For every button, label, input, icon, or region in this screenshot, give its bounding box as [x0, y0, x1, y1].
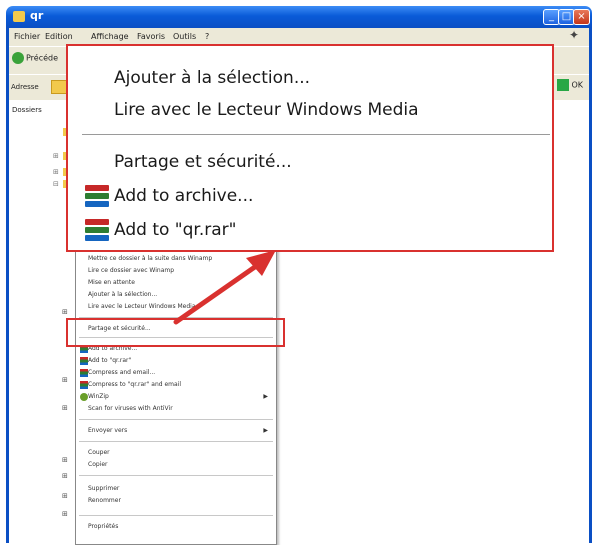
- tree-expand-icon[interactable]: ⊞: [62, 308, 68, 316]
- context-menu-item[interactable]: Compress and email...: [88, 369, 155, 376]
- folder-icon: [13, 11, 25, 22]
- tree-expand-icon[interactable]: ⊞: [62, 404, 68, 412]
- go-label: OK: [571, 80, 583, 90]
- context-menu-item[interactable]: Ajouter à la sélection...: [88, 291, 157, 298]
- highlight-box: [66, 318, 285, 347]
- window-titlebar: qr _ □ ×: [6, 6, 592, 28]
- zoom-menu-item[interactable]: Ajouter à la sélection...: [114, 68, 310, 88]
- windows-logo-icon: ✦: [568, 28, 580, 42]
- address-label: Adresse: [11, 83, 39, 91]
- zoom-callout: Ajouter à la sélection... Lire avec le L…: [66, 44, 554, 252]
- go-arrow-icon: [557, 79, 570, 91]
- menu-favoris[interactable]: Favoris: [137, 32, 165, 41]
- tree-expand-icon[interactable]: ⊞: [62, 510, 68, 518]
- menu-outils[interactable]: Outils: [173, 32, 196, 41]
- menu-affichage[interactable]: Affichage: [91, 32, 129, 41]
- winrar-icon: [80, 369, 88, 377]
- back-arrow-icon: [12, 52, 24, 64]
- menu-separator: [79, 475, 273, 476]
- context-menu-item[interactable]: Mise en attente: [88, 279, 135, 286]
- context-menu: Mettre ce dossier à la suite dans Winamp…: [75, 244, 277, 545]
- winrar-icon: [80, 357, 88, 365]
- winzip-icon: [80, 393, 88, 401]
- context-menu-item[interactable]: Lire ce dossier avec Winamp: [88, 267, 174, 274]
- menu-edition[interactable]: Edition: [45, 32, 73, 41]
- close-icon: ×: [577, 11, 586, 22]
- tree-expand-icon[interactable]: ⊞: [53, 152, 59, 160]
- context-menu-item[interactable]: Supprimer: [88, 485, 119, 492]
- submenu-arrow-icon: ▶: [263, 393, 268, 400]
- context-menu-item[interactable]: Add to "qr.rar": [88, 357, 131, 364]
- context-menu-item-send-to[interactable]: Envoyer vers: [88, 427, 127, 434]
- tree-expand-icon[interactable]: ⊞: [53, 168, 59, 176]
- zoom-menu-item-sharing[interactable]: Partage et sécurité...: [114, 152, 292, 172]
- back-label: Précéde: [26, 53, 59, 63]
- zoom-menu-item[interactable]: Add to "qr.rar": [114, 220, 236, 240]
- context-menu-item[interactable]: Scan for viruses with AntiVir: [88, 405, 173, 412]
- context-menu-item[interactable]: Mettre ce dossier à la suite dans Winamp: [88, 255, 212, 262]
- winrar-icon: [85, 219, 109, 241]
- folders-pane-title: Dossiers: [12, 106, 42, 114]
- menu-help[interactable]: ?: [205, 32, 209, 41]
- context-menu-item[interactable]: Renommer: [88, 497, 121, 504]
- tree-expand-icon[interactable]: ⊞: [62, 376, 68, 384]
- menu-separator: [79, 441, 273, 442]
- zoom-menu-item[interactable]: Add to archive...: [114, 186, 253, 206]
- context-menu-item[interactable]: Copier: [88, 461, 108, 468]
- menu-separator: [82, 134, 550, 135]
- menu-separator: [79, 419, 273, 420]
- tree-expand-icon[interactable]: ⊞: [62, 492, 68, 500]
- menu-separator: [79, 515, 273, 516]
- winrar-icon: [80, 381, 88, 389]
- tree-expand-icon[interactable]: ⊟: [53, 180, 59, 188]
- context-menu-item[interactable]: Compress to "qr.rar" and email: [88, 381, 181, 388]
- address-folder-icon: [51, 80, 67, 94]
- zoom-menu-item[interactable]: Lire avec le Lecteur Windows Media: [114, 100, 419, 120]
- context-menu-item[interactable]: Lire avec le Lecteur Windows Media: [88, 303, 196, 310]
- minimize-icon: _: [549, 11, 554, 22]
- maximize-icon: □: [561, 11, 572, 22]
- window-title: qr: [30, 9, 44, 22]
- tree-expand-icon[interactable]: ⊞: [62, 456, 68, 464]
- go-button[interactable]: OK: [557, 79, 583, 91]
- context-menu-item-winzip[interactable]: WinZip: [88, 393, 109, 400]
- context-menu-item[interactable]: Propriétés: [88, 523, 118, 530]
- menu-fichier[interactable]: Fichier: [14, 32, 40, 41]
- back-button[interactable]: Précéde: [12, 52, 58, 64]
- winrar-icon: [85, 185, 109, 207]
- tree-expand-icon[interactable]: ⊞: [62, 472, 68, 480]
- context-menu-item[interactable]: Couper: [88, 449, 110, 456]
- close-button[interactable]: ×: [573, 9, 590, 25]
- submenu-arrow-icon: ▶: [263, 427, 268, 434]
